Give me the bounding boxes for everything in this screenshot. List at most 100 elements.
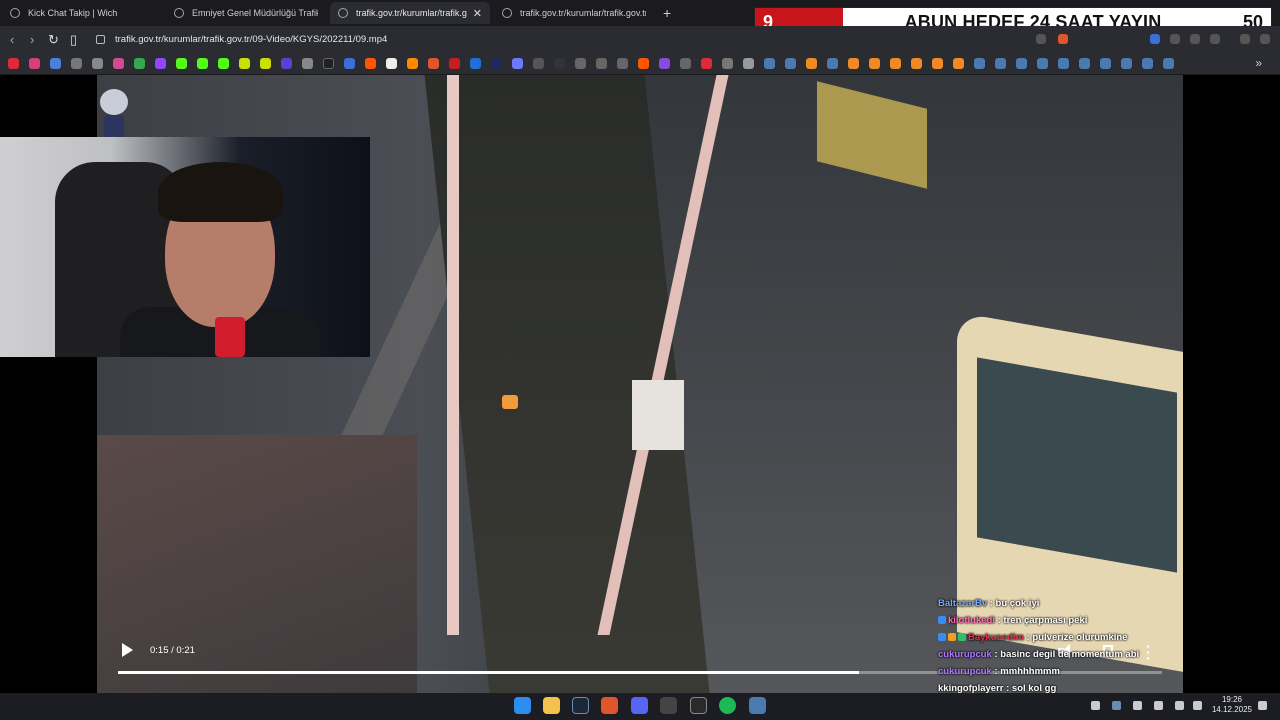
bookmark-icon[interactable] [659,58,670,69]
instagram-icon[interactable] [29,58,40,69]
sidebar-icon[interactable] [1210,34,1220,44]
globe-icon[interactable] [680,58,691,69]
reddit-icon[interactable] [638,58,649,69]
file-explorer-icon[interactable] [543,697,560,714]
chat-username[interactable]: cukurupcuk [938,649,992,660]
bookmark-icon[interactable] [806,58,817,69]
volume-tray-icon[interactable] [1193,701,1202,710]
windows-start-icon[interactable] [514,697,531,714]
tab-trafik-active[interactable]: trafik.gov.tr/kurumlar/trafik.gov.tr ✕ [330,2,490,24]
bookmark-icon[interactable] [848,58,859,69]
bookmark-icon[interactable] [428,58,439,69]
steam-icon[interactable] [1142,58,1153,69]
chevron-up-icon[interactable] [1070,701,1079,710]
steam-icon[interactable] [1163,58,1174,69]
reddit-icon[interactable] [365,58,376,69]
settings-icon[interactable] [749,697,766,714]
globe-icon[interactable] [596,58,607,69]
steam-icon[interactable] [995,58,1006,69]
bookmark-icon[interactable] [554,58,565,69]
steam-icon[interactable] [1079,58,1090,69]
reload-icon[interactable]: ↻ [48,32,59,48]
bookmark-icon[interactable] [407,58,418,69]
speaker-icon[interactable] [1133,701,1142,710]
site-info-icon[interactable] [96,35,105,44]
bookmark-icon[interactable]: ▯ [70,32,77,48]
globe-icon[interactable] [71,58,82,69]
steam-tray-icon[interactable] [1112,701,1121,710]
mic-icon[interactable] [1154,701,1163,710]
twitch-icon[interactable] [155,58,166,69]
steam-icon[interactable] [1058,58,1069,69]
tray-icon[interactable] [1091,701,1100,710]
puzzle-icon[interactable] [1190,34,1200,44]
bookmark-icon[interactable] [911,58,922,69]
steam-icon[interactable] [1016,58,1027,69]
bookmark-icon[interactable] [953,58,964,69]
bookmark-icon[interactable] [491,58,502,69]
steam-icon[interactable] [827,58,838,69]
spotify-icon[interactable] [719,697,736,714]
bookmark-icon[interactable] [281,58,292,69]
brave-icon[interactable] [601,697,618,714]
back-icon[interactable]: ‹ [10,32,14,47]
tab-kick-chat[interactable]: Kick Chat Takip | Wich [2,2,162,24]
globe-icon[interactable] [92,58,103,69]
share-icon[interactable] [1036,34,1046,44]
app-icon[interactable] [660,697,677,714]
menu-icon[interactable] [1260,34,1270,44]
tab-trafik-09[interactable]: trafik.gov.tr/kurumlar/trafik.gov.tr/09 [494,2,654,24]
drive-icon[interactable] [134,58,145,69]
chat-username[interactable]: Baykusedim [968,632,1024,643]
steam-icon[interactable] [1121,58,1132,69]
more-bookmarks-button[interactable]: » [1255,56,1262,70]
notification-icon[interactable] [1258,701,1267,710]
bookmark-icon[interactable] [302,58,313,69]
bookmark-icon[interactable] [890,58,901,69]
discord-icon[interactable] [631,697,648,714]
bookmark-icon[interactable] [50,58,61,69]
kick-icon[interactable] [176,58,187,69]
globe-icon[interactable] [617,58,628,69]
steam-icon[interactable] [974,58,985,69]
steam-icon[interactable] [764,58,775,69]
bookmark-icon[interactable] [512,58,523,69]
play-icon[interactable] [122,643,133,657]
bookmark-icon[interactable] [533,58,544,69]
steam-icon[interactable] [1100,58,1111,69]
steam-icon[interactable] [1037,58,1048,69]
url-field[interactable]: trafik.gov.tr/kurumlar/trafik.gov.tr/09-… [115,34,387,45]
extension-icon[interactable] [1170,34,1180,44]
bookmark-icon[interactable] [386,58,397,69]
bookmark-icon[interactable] [869,58,880,69]
steam-icon[interactable] [785,58,796,69]
youtube-icon[interactable] [8,58,19,69]
bookmark-icon[interactable] [932,58,943,69]
kick-icon[interactable] [197,58,208,69]
folder-icon[interactable] [743,58,754,69]
chat-username[interactable]: BaltazarBv [938,598,987,609]
x-icon[interactable] [323,58,334,69]
tab-emniyet[interactable]: Emniyet Genel Müdürlüğü Trafik Başka [166,2,326,24]
new-tab-button[interactable]: + [663,5,671,21]
kick-icon[interactable] [218,58,229,69]
forward-icon[interactable]: › [30,32,34,47]
bookmark-icon[interactable] [449,58,460,69]
bookmark-icon[interactable] [722,58,733,69]
bookmark-icon[interactable] [239,58,250,69]
obs-icon[interactable] [690,697,707,714]
chat-username[interactable]: cukurupcuk [938,666,992,677]
system-clock[interactable]: 19:26 14.12.2025 [1207,695,1257,715]
brave-shield-icon[interactable] [1058,34,1068,44]
chat-username[interactable]: kilotlukedi [948,615,995,626]
bookmark-icon[interactable] [260,58,271,69]
media-icon[interactable] [1240,34,1250,44]
steam-icon[interactable] [572,697,589,714]
globe-icon[interactable] [575,58,586,69]
bookmark-icon[interactable] [701,58,712,69]
bookmark-icon[interactable] [344,58,355,69]
network-icon[interactable] [1175,701,1184,710]
bookmark-icon[interactable] [470,58,481,69]
close-icon[interactable]: ✕ [473,7,482,20]
bookmark-icon[interactable] [113,58,124,69]
